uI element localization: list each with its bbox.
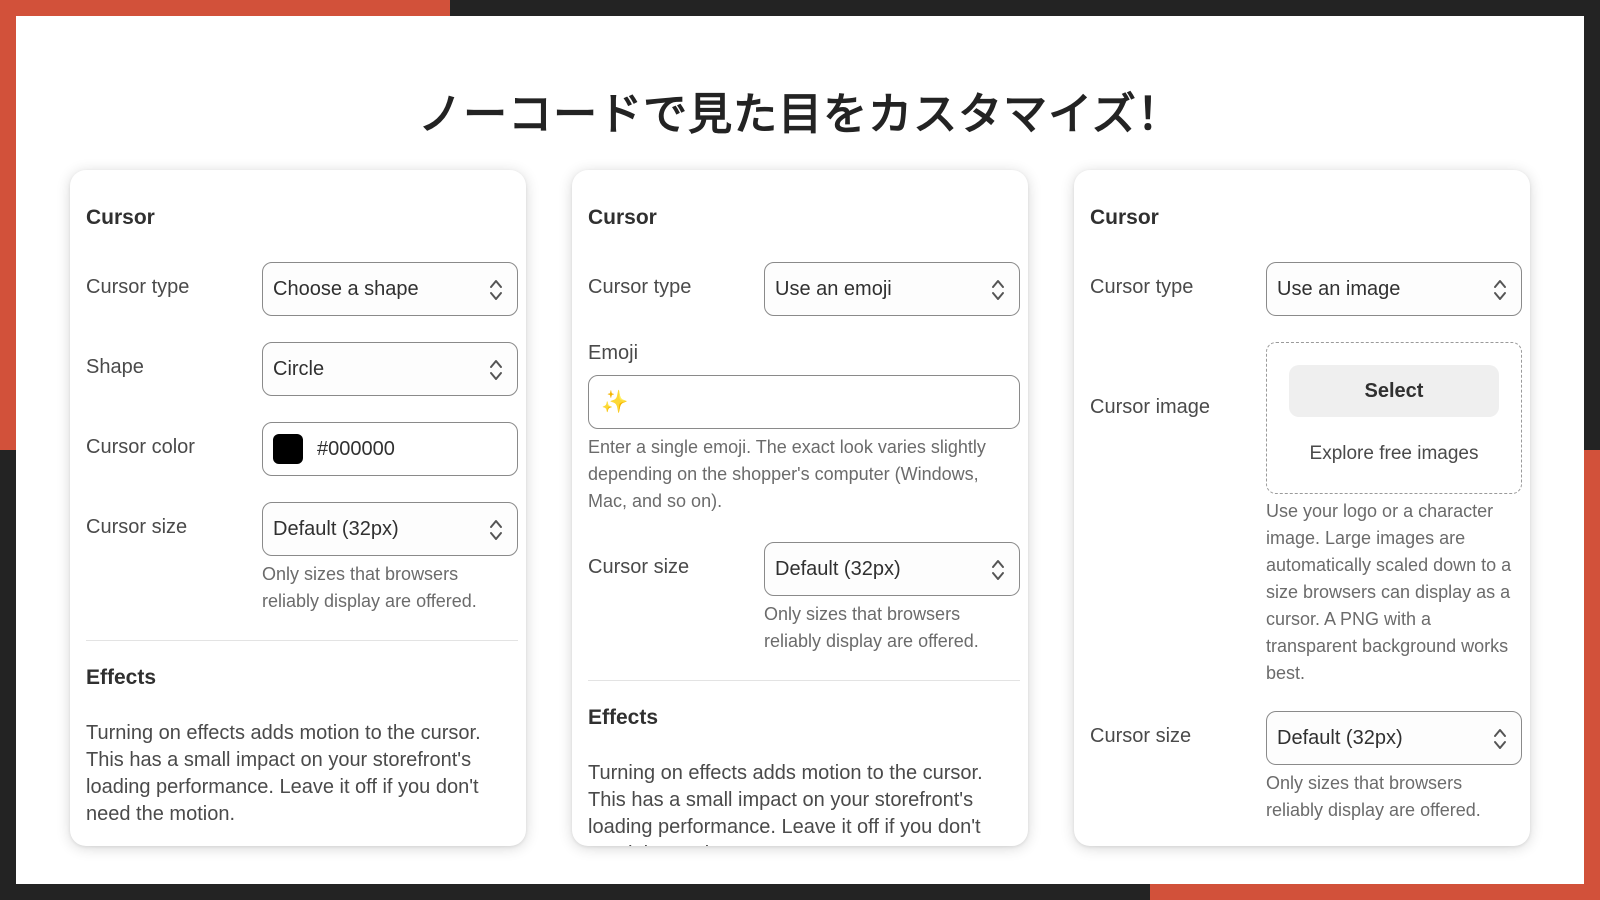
cursor-size-label: Cursor size: [1090, 725, 1192, 747]
cursor-color-label: Cursor color: [86, 436, 195, 458]
cursor-size-label: Cursor size: [588, 556, 690, 578]
cursor-size-value: Default (32px): [1277, 726, 1403, 749]
settings-card-image: Cursor Cursor type Use an image Cursor i…: [1074, 170, 1530, 846]
corner-accent-bottom: [1150, 884, 1600, 900]
cursor-section-title: Cursor: [588, 206, 657, 229]
corner-accent-right: [1584, 450, 1600, 900]
cursor-size-label: Cursor size: [86, 516, 188, 538]
section-divider: [86, 640, 518, 641]
cursor-image-help: Use your logo or a character image. Larg…: [1266, 501, 1512, 683]
cursor-size-select[interactable]: Default (32px): [764, 542, 1020, 596]
shape-select[interactable]: Circle: [262, 342, 518, 396]
cursor-size-value: Default (32px): [273, 517, 399, 540]
select-image-button[interactable]: Select: [1289, 365, 1499, 417]
shape-label: Shape: [86, 356, 144, 378]
effects-section-title: Effects: [86, 666, 157, 689]
cursor-size-help: Only sizes that browsers reliably displa…: [764, 604, 979, 651]
cursor-type-select[interactable]: Use an emoji: [764, 262, 1020, 316]
cursor-color-value: #000000: [317, 437, 395, 460]
chevron-up-down-icon: [490, 360, 502, 380]
slide-title: ノーコードで見た目をカスタマイズ！: [418, 89, 1182, 140]
corner-accent-left: [0, 0, 16, 450]
cursor-type-value: Use an image: [1277, 277, 1401, 300]
cursor-type-label: Cursor type: [86, 276, 190, 298]
cursor-type-label: Cursor type: [1090, 276, 1194, 298]
cursor-type-value: Choose a shape: [273, 277, 419, 300]
sparkles-icon: ✨: [601, 389, 629, 414]
color-swatch[interactable]: [273, 434, 303, 464]
settings-card-shape: Cursor Cursor type Choose a shape Shape …: [70, 170, 526, 846]
chevron-up-down-icon: [1494, 729, 1506, 749]
effects-description: Turning on effects adds motion to the cu…: [86, 722, 481, 825]
settings-card-emoji: Cursor Cursor type Use an emoji Emoji ✨ …: [572, 170, 1028, 846]
slide-panel: ノーコードで見た目をカスタマイズ！ Cursor Cursor type Cho…: [16, 16, 1584, 884]
cursor-type-label: Cursor type: [588, 276, 692, 298]
cursor-size-help: Only sizes that browsers reliably displa…: [1266, 773, 1481, 820]
cursor-size-help: Only sizes that browsers reliably displa…: [262, 564, 477, 611]
cursor-image-label: Cursor image: [1090, 396, 1211, 418]
cursor-type-select[interactable]: Choose a shape: [262, 262, 518, 316]
chevron-up-down-icon: [992, 560, 1004, 580]
emoji-input[interactable]: ✨: [588, 375, 1020, 429]
effects-section-title: Effects: [588, 706, 659, 729]
effects-description: Turning on effects adds motion to the cu…: [588, 762, 983, 846]
chevron-up-down-icon: [490, 280, 502, 300]
cursor-type-select[interactable]: Use an image: [1266, 262, 1522, 316]
emoji-help: Enter a single emoji. The exact look var…: [588, 437, 986, 511]
chevron-up-down-icon: [992, 280, 1004, 300]
cursor-type-value: Use an emoji: [775, 277, 892, 300]
corner-accent-top: [0, 0, 450, 16]
chevron-up-down-icon: [1494, 280, 1506, 300]
explore-free-images-link[interactable]: Explore free images: [1267, 443, 1521, 465]
cursor-section-title: Cursor: [1090, 206, 1159, 229]
section-divider: [588, 680, 1020, 681]
emoji-label: Emoji: [588, 342, 639, 364]
cursor-size-select[interactable]: Default (32px): [1266, 711, 1522, 765]
shape-value: Circle: [273, 357, 325, 380]
cursor-section-title: Cursor: [86, 206, 155, 229]
chevron-up-down-icon: [490, 520, 502, 540]
cursor-size-select[interactable]: Default (32px): [262, 502, 518, 556]
image-dropzone[interactable]: Select Explore free images: [1266, 342, 1522, 494]
cursor-size-value: Default (32px): [775, 557, 901, 580]
cursor-color-field[interactable]: #000000: [262, 422, 518, 476]
